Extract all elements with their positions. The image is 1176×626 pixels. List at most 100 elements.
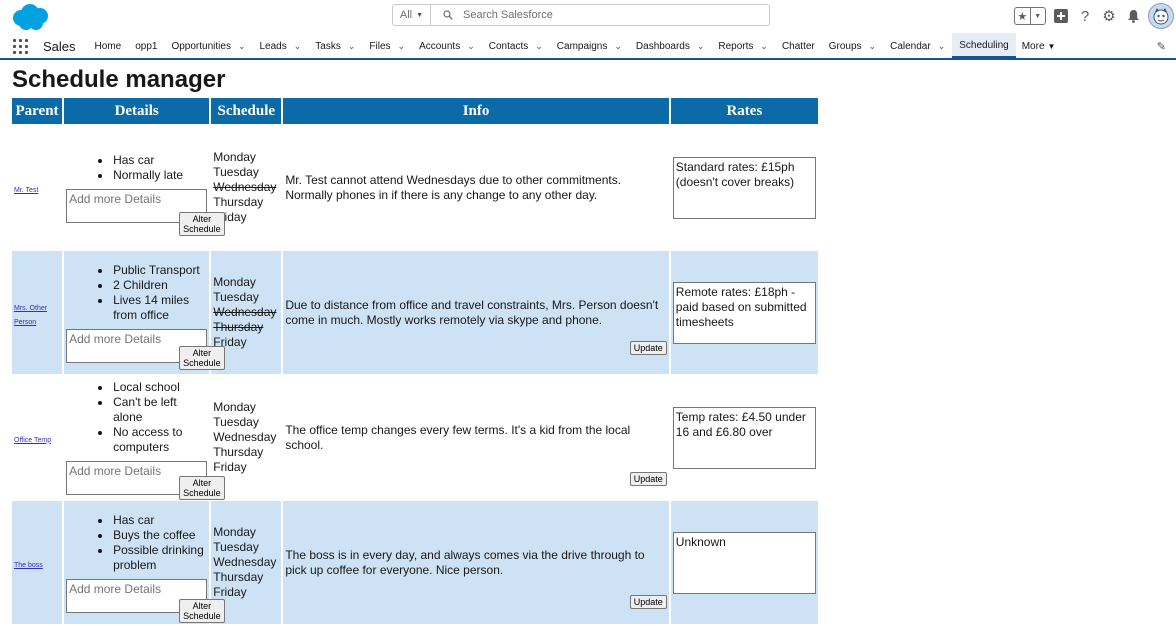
nav-item-label: Dashboards xyxy=(635,40,690,52)
nav-items: Home opp1 Opportunities ⌄ Leads ⌄ Tasks ⌄ Files ⌄… xyxy=(88,33,1016,59)
schedule-day: Wednesday xyxy=(213,555,277,569)
global-actions-plus-icon[interactable] xyxy=(1052,7,1070,25)
nav-item-label: Files xyxy=(369,40,391,52)
update-button[interactable]: Update xyxy=(629,341,667,355)
parent-link[interactable]: Mrs. Other Person xyxy=(14,305,47,326)
info-text: The boss is in every day, and always com… xyxy=(285,547,645,577)
schedule-day: Friday xyxy=(213,585,247,599)
search-scope-dropdown[interactable]: All ▼ xyxy=(393,5,431,25)
schedule-day: Wednesday xyxy=(213,430,277,444)
nav-item-opp1[interactable]: opp1 xyxy=(128,34,164,58)
search-input[interactable]: Search Salesforce xyxy=(463,9,553,21)
details-cell: Public Transport2 ChildrenLives 14 miles… xyxy=(64,251,225,374)
salesforce-logo-icon[interactable] xyxy=(10,2,50,32)
chevron-down-icon[interactable]: ⌄ xyxy=(467,41,475,52)
info-cell: Due to distance from office and travel c… xyxy=(283,251,669,374)
details-list-item: Has car xyxy=(112,513,209,528)
user-avatar[interactable] xyxy=(1148,3,1174,29)
nav-more-menu[interactable]: More ▼ xyxy=(1016,41,1062,52)
schedule-day: Thursday xyxy=(213,570,264,584)
nav-item-home[interactable]: Home xyxy=(88,34,129,58)
details-list-item: No access to computers xyxy=(112,425,209,455)
update-button[interactable]: Update xyxy=(629,472,667,486)
column-header-parent: Parent xyxy=(12,98,63,124)
table-header-row: Parent Details Schedule Info Rates xyxy=(12,98,818,124)
nav-item-reports[interactable]: Reports ⌄ xyxy=(711,34,775,58)
nav-item-label: Groups xyxy=(828,40,862,52)
table-row: The boss Has carBuys the coffeePossible d… xyxy=(12,501,818,624)
alter-schedule-button[interactable]: Alter Schedule xyxy=(179,476,225,500)
update-button[interactable]: Update xyxy=(629,595,667,609)
schedule-day: Thursday xyxy=(213,320,264,334)
nav-item-files[interactable]: Files ⌄ xyxy=(362,34,412,58)
info-cell: The office temp changes every few terms.… xyxy=(283,376,669,499)
chevron-down-icon[interactable]: ⌄ xyxy=(938,41,946,52)
notifications-bell-icon[interactable] xyxy=(1124,7,1142,25)
rates-cell: Standard rates: £15ph (doesn't cover bre… xyxy=(670,126,818,249)
details-list-item: Has car xyxy=(112,153,209,168)
chevron-down-icon[interactable]: ⌄ xyxy=(294,41,302,52)
chevron-down-icon[interactable]: ⌄ xyxy=(535,41,543,52)
nav-item-label: opp1 xyxy=(135,40,158,52)
chevron-down-icon[interactable]: ⌄ xyxy=(869,41,877,52)
nav-item-contacts[interactable]: Contacts ⌄ xyxy=(482,34,550,58)
details-list: Local schoolCan't be left aloneNo access… xyxy=(64,380,209,455)
nav-item-dashboards[interactable]: Dashboards ⌄ xyxy=(629,34,711,58)
details-list-item: Possible drinking problem xyxy=(112,543,209,573)
schedule-day: Tuesday xyxy=(213,415,259,429)
nav-item-label: Opportunities xyxy=(171,40,231,52)
chevron-down-icon[interactable]: ⌄ xyxy=(697,41,705,52)
parent-link[interactable]: Mr. Test xyxy=(14,187,38,194)
details-list-item: Normally late xyxy=(112,168,209,183)
schedule-day: Thursday xyxy=(213,195,264,209)
chevron-down-icon[interactable]: ⌄ xyxy=(760,41,768,52)
rates-input[interactable]: Remote rates: £18ph - paid based on subm… xyxy=(672,281,816,344)
rates-input[interactable]: Standard rates: £15ph (doesn't cover bre… xyxy=(672,156,816,219)
table-body: Mr. TestHas carNormally lateAlter Schedu… xyxy=(12,126,818,624)
nav-item-groups[interactable]: Groups ⌄ xyxy=(822,34,883,58)
chevron-down-icon[interactable]: ⌄ xyxy=(398,41,406,52)
setup-gear-icon[interactable]: ⚙ xyxy=(1100,7,1118,25)
column-header-info: Info xyxy=(283,98,669,124)
help-icon[interactable]: ? xyxy=(1076,7,1094,25)
schedule-day: Tuesday xyxy=(213,540,259,554)
app-nav-bar: Sales Home opp1 Opportunities ⌄ Leads ⌄ Tasks ⌄… xyxy=(0,33,1176,60)
details-list: Has carBuys the coffeePossible drinking … xyxy=(64,513,209,573)
info-text: Mr. Test cannot attend Wednesdays due to… xyxy=(285,172,622,202)
chevron-down-icon[interactable]: ⌄ xyxy=(348,41,356,52)
parent-link[interactable]: Office Temp xyxy=(14,437,51,444)
parent-link[interactable]: The boss xyxy=(14,562,43,569)
nav-item-tasks[interactable]: Tasks ⌄ xyxy=(308,34,362,58)
chevron-down-icon[interactable]: ⌄ xyxy=(614,41,622,52)
header-icon-group: ★ ▼ ? ⚙ xyxy=(1014,3,1174,29)
parent-cell: Office Temp xyxy=(12,376,63,499)
star-icon[interactable]: ★ xyxy=(1015,8,1030,24)
nav-item-opportunities[interactable]: Opportunities ⌄ xyxy=(164,34,252,58)
chevron-down-icon[interactable]: ⌄ xyxy=(238,41,246,52)
nav-item-chatter[interactable]: Chatter xyxy=(775,34,822,58)
nav-item-campaigns[interactable]: Campaigns ⌄ xyxy=(550,34,629,58)
alter-schedule-button[interactable]: Alter Schedule xyxy=(179,599,225,623)
nav-item-label: Calendar xyxy=(890,40,931,52)
edit-nav-pencil-icon[interactable]: ✎ xyxy=(1157,40,1166,53)
info-text: The office temp changes every few terms.… xyxy=(285,422,631,452)
alter-schedule-button[interactable]: Alter Schedule xyxy=(179,346,225,370)
alter-schedule-button[interactable]: Alter Schedule xyxy=(179,212,225,236)
table-row: Office Temp Local schoolCan't be left alo… xyxy=(12,376,818,500)
nav-item-leads[interactable]: Leads ⌄ xyxy=(253,34,309,58)
caret-down-icon: ▼ xyxy=(1047,41,1056,51)
nav-item-calendar[interactable]: Calendar ⌄ xyxy=(883,34,952,58)
rates-cell: Unknown xyxy=(670,501,818,624)
page-title: Schedule manager xyxy=(12,66,226,93)
app-launcher-icon[interactable] xyxy=(12,38,28,54)
favorites-button[interactable]: ★ ▼ xyxy=(1014,7,1046,25)
nav-item-label: Accounts xyxy=(419,40,461,52)
details-list: Has carNormally late xyxy=(64,153,209,183)
details-cell: Local schoolCan't be left aloneNo access… xyxy=(64,376,225,500)
nav-item-accounts[interactable]: Accounts ⌄ xyxy=(412,34,482,58)
caret-down-icon[interactable]: ▼ xyxy=(1029,8,1046,24)
rates-input[interactable]: Unknown xyxy=(672,531,816,594)
nav-item-scheduling[interactable]: Scheduling xyxy=(952,33,1016,59)
rates-input[interactable]: Temp rates: £4.50 under 16 and £6.80 ove… xyxy=(672,406,816,469)
global-search[interactable]: All ▼ Search Salesforce xyxy=(392,4,770,26)
